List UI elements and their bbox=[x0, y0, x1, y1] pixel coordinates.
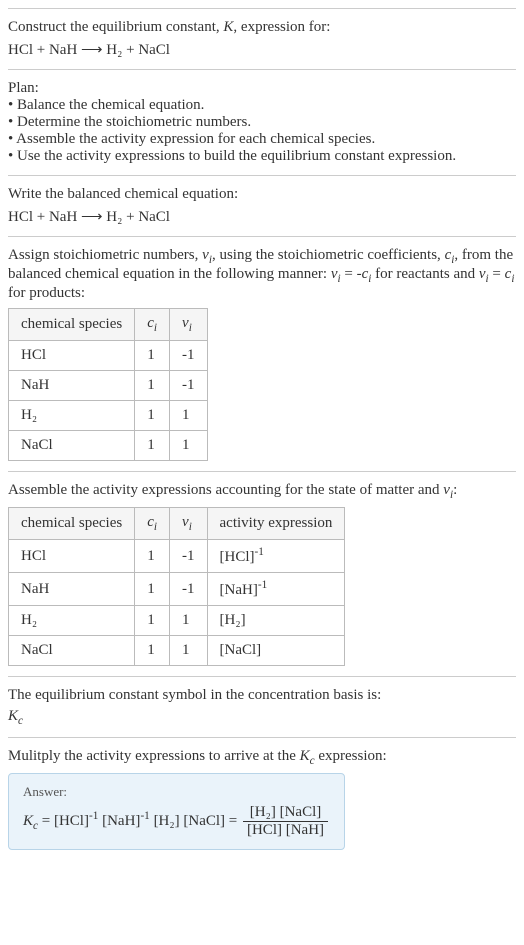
table-row: H₂ 1 1 [H₂] bbox=[9, 606, 345, 636]
col-vi: νi bbox=[170, 508, 208, 540]
cell-activity: [H₂] bbox=[207, 606, 345, 636]
activity-text: Assemble the activity expressions accoun… bbox=[8, 482, 516, 501]
intro-line1: Construct the equilibrium constant, K, e… bbox=[8, 19, 516, 36]
balanced-section: Write the balanced chemical equation: HC… bbox=[8, 175, 516, 236]
cell-species: NaH bbox=[9, 573, 135, 606]
cell-ci: 1 bbox=[135, 431, 170, 461]
cell-ci: 1 bbox=[135, 636, 170, 666]
plan-bullet: • Determine the stoichiometric numbers. bbox=[8, 114, 516, 131]
symbol-value: Kc bbox=[8, 708, 516, 727]
activity-section: Assemble the activity expressions accoun… bbox=[8, 471, 516, 676]
cell-vi: -1 bbox=[170, 540, 208, 573]
cell-vi: -1 bbox=[170, 341, 208, 371]
table-row: NaCl 1 1 [NaCl] bbox=[9, 636, 345, 666]
cell-activity: [NaCl] bbox=[207, 636, 345, 666]
col-species: chemical species bbox=[9, 508, 135, 540]
cell-species: NaCl bbox=[9, 431, 135, 461]
cell-species: HCl bbox=[9, 341, 135, 371]
cell-ci: 1 bbox=[135, 573, 170, 606]
table-row: HCl 1 -1 bbox=[9, 341, 208, 371]
table-row: NaCl 1 1 bbox=[9, 431, 208, 461]
cell-species: NaH bbox=[9, 371, 135, 401]
symbol-text: The equilibrium constant symbol in the c… bbox=[8, 687, 516, 704]
cell-vi: -1 bbox=[170, 573, 208, 606]
plan-bullet: • Balance the chemical equation. bbox=[8, 97, 516, 114]
cell-species: HCl bbox=[9, 540, 135, 573]
col-species: chemical species bbox=[9, 309, 135, 341]
answer-label: Answer: bbox=[23, 784, 330, 800]
col-activity: activity expression bbox=[207, 508, 345, 540]
k-symbol: K bbox=[223, 19, 233, 35]
cell-ci: 1 bbox=[135, 540, 170, 573]
cell-vi: -1 bbox=[170, 371, 208, 401]
symbol-section: The equilibrium constant symbol in the c… bbox=[8, 676, 516, 737]
multiply-section: Mulitply the activity expressions to arr… bbox=[8, 737, 516, 860]
cell-species: H₂ bbox=[9, 606, 135, 636]
intro-section: Construct the equilibrium constant, K, e… bbox=[8, 8, 516, 69]
col-ci: ci bbox=[135, 309, 170, 341]
cell-ci: 1 bbox=[135, 606, 170, 636]
cell-species: NaCl bbox=[9, 636, 135, 666]
cell-vi: 1 bbox=[170, 401, 208, 431]
answer-denominator: [HCl] [NaH] bbox=[243, 822, 328, 839]
table-header-row: chemical species ci νi bbox=[9, 309, 208, 341]
answer-numerator: [H₂] [NaCl] bbox=[243, 804, 328, 822]
stoich-table: chemical species ci νi HCl 1 -1 NaH 1 -1… bbox=[8, 308, 208, 461]
cell-ci: 1 bbox=[135, 371, 170, 401]
multiply-text: Mulitply the activity expressions to arr… bbox=[8, 748, 516, 767]
table-row: H₂ 1 1 bbox=[9, 401, 208, 431]
cell-vi: 1 bbox=[170, 636, 208, 666]
cell-ci: 1 bbox=[135, 341, 170, 371]
table-row: HCl 1 -1 [HCl]-1 bbox=[9, 540, 345, 573]
cell-activity: [NaH]-1 bbox=[207, 573, 345, 606]
balanced-equation: HCl + NaH ⟶ H₂ + NaCl bbox=[8, 207, 516, 226]
plan-bullet: • Use the activity expressions to build … bbox=[8, 148, 516, 165]
table-row: NaH 1 -1 [NaH]-1 bbox=[9, 573, 345, 606]
cell-activity: [HCl]-1 bbox=[207, 540, 345, 573]
balanced-heading: Write the balanced chemical equation: bbox=[8, 186, 516, 203]
plan-heading: Plan: bbox=[8, 80, 516, 97]
answer-expression: Kc = [HCl]-1 [NaH]-1 [H₂] [NaCl] = [H₂] … bbox=[23, 804, 330, 839]
col-vi: νi bbox=[170, 309, 208, 341]
cell-vi: 1 bbox=[170, 431, 208, 461]
stoich-section: Assign stoichiometric numbers, νi, using… bbox=[8, 236, 516, 471]
answer-box: Answer: Kc = [HCl]-1 [NaH]-1 [H₂] [NaCl]… bbox=[8, 773, 345, 850]
table-row: NaH 1 -1 bbox=[9, 371, 208, 401]
plan-section: Plan: • Balance the chemical equation. •… bbox=[8, 69, 516, 175]
intro-equation: HCl + NaH ⟶ H₂ + NaCl bbox=[8, 40, 516, 59]
table-header-row: chemical species ci νi activity expressi… bbox=[9, 508, 345, 540]
cell-ci: 1 bbox=[135, 401, 170, 431]
cell-species: H₂ bbox=[9, 401, 135, 431]
col-ci: ci bbox=[135, 508, 170, 540]
cell-vi: 1 bbox=[170, 606, 208, 636]
activity-table: chemical species ci νi activity expressi… bbox=[8, 507, 345, 666]
stoich-text: Assign stoichiometric numbers, νi, using… bbox=[8, 247, 516, 302]
plan-bullet: • Assemble the activity expression for e… bbox=[8, 131, 516, 148]
